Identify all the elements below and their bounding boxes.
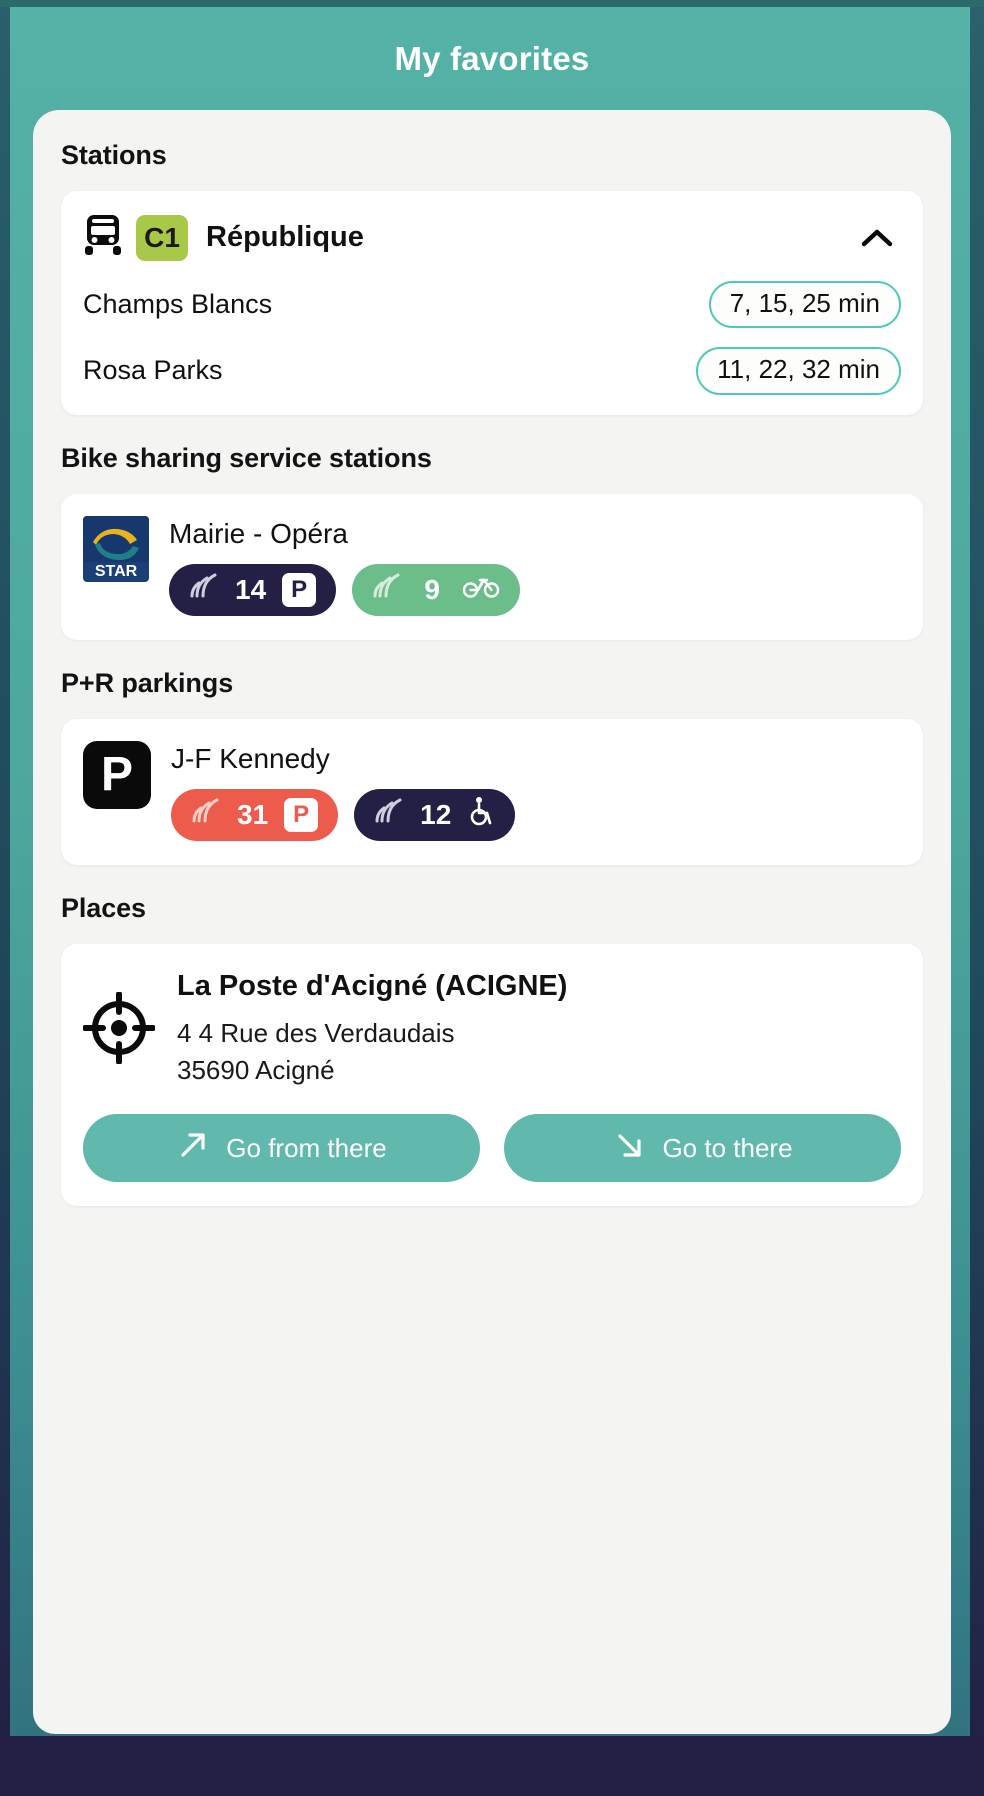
parking-p-icon: P: [83, 740, 151, 809]
go-to-there-button[interactable]: Go to there: [504, 1114, 901, 1183]
destination-name: Rosa Parks: [83, 355, 223, 386]
availability-count: 9: [424, 573, 440, 605]
place-header: La Poste d'Acigné (ACIGNE) 4 4 Rue des V…: [82, 970, 901, 1089]
availability-badge-bikes: 9: [352, 563, 521, 616]
section-title-bike-stations: Bike sharing service stations: [61, 442, 432, 473]
chevron-up-icon[interactable]: [855, 216, 899, 260]
line-badge-c1: C1: [136, 214, 188, 261]
star-logo: STAR: [83, 515, 149, 582]
app-header: My favorites: [0, 0, 984, 118]
destination-row[interactable]: Champs Blancs 7, 15, 25 min: [83, 281, 901, 329]
crosshair-icon: [82, 970, 156, 1069]
signal-icon: [191, 798, 221, 831]
parking-p-icon: P: [282, 572, 317, 607]
place-info: La Poste d'Acigné (ACIGNE) 4 4 Rue des V…: [177, 970, 901, 1089]
availability-count: 14: [235, 573, 267, 605]
parking-p-icon: P: [284, 797, 319, 832]
destination-row[interactable]: Rosa Parks 11, 22, 32 min: [83, 347, 901, 395]
parking-body: J-F Kennedy 31 P 12: [171, 741, 901, 841]
bike-station-name: Mairie - Opéra: [169, 517, 348, 549]
bike-availability-badges: 14 P 9: [169, 563, 901, 616]
availability-badge-accessible-spots: 12: [354, 788, 516, 841]
section-title-places: Places: [61, 892, 146, 923]
wheelchair-icon: [467, 796, 495, 833]
availability-badge-car-spots: 31 P: [171, 788, 339, 841]
parking-availability-badges: 31 P 12: [171, 788, 901, 841]
destination-name: Champs Blancs: [83, 289, 273, 320]
parking-name: J-F Kennedy: [171, 742, 330, 774]
place-name: La Poste d'Acigné (ACIGNE): [177, 969, 568, 1002]
availability-count: 12: [420, 798, 452, 830]
go-from-there-button[interactable]: Go from there: [83, 1114, 480, 1183]
bike-station-card[interactable]: STAR Mairie - Opéra 14 P 9: [61, 493, 923, 640]
arrow-up-right-icon: [176, 1128, 210, 1169]
place-actions: Go from there Go to there: [83, 1114, 901, 1183]
app-screen: My favorites Stations C1 République Cham…: [0, 0, 984, 1796]
departure-times-pill: 7, 15, 25 min: [708, 281, 901, 329]
signal-icon: [372, 573, 402, 606]
bike-station-body: Mairie - Opéra 14 P 9: [169, 516, 901, 616]
bicycle-icon: [462, 573, 500, 606]
departure-times-pill: 11, 22, 32 min: [696, 347, 901, 395]
place-card[interactable]: La Poste d'Acigné (ACIGNE) 4 4 Rue des V…: [61, 943, 923, 1207]
place-address-line2: 35690 Acigné: [177, 1054, 335, 1085]
availability-badge-docks: 14 P: [169, 563, 337, 616]
station-header[interactable]: C1 République: [83, 213, 901, 262]
section-title-stations: Stations: [61, 140, 167, 170]
station-card[interactable]: C1 République Champs Blancs 7, 15, 25 mi…: [61, 191, 923, 415]
signal-icon: [189, 573, 219, 606]
arrow-down-right-icon: [612, 1128, 646, 1169]
screen-top-edge: [0, 0, 984, 7]
section-title-parkings: P+R parkings: [61, 667, 234, 698]
svg-text:STAR: STAR: [95, 563, 138, 580]
favorites-sheet: Stations C1 République Champs Blancs 7, …: [33, 110, 951, 1734]
go-from-there-label: Go from there: [226, 1132, 387, 1163]
parking-card[interactable]: P J-F Kennedy 31 P 12: [61, 718, 923, 865]
signal-icon: [374, 798, 404, 831]
screen-left-edge: [0, 0, 10, 1796]
station-name: République: [206, 221, 364, 253]
screen-right-edge: [970, 0, 984, 1796]
go-to-there-label: Go to there: [662, 1132, 793, 1163]
place-address-line1: 4 4 Rue des Verdaudais: [177, 1017, 455, 1048]
bus-icon: [83, 213, 123, 262]
page-title: My favorites: [394, 40, 590, 77]
availability-count: 31: [237, 798, 269, 830]
screen-bottom-edge: [0, 1736, 984, 1796]
